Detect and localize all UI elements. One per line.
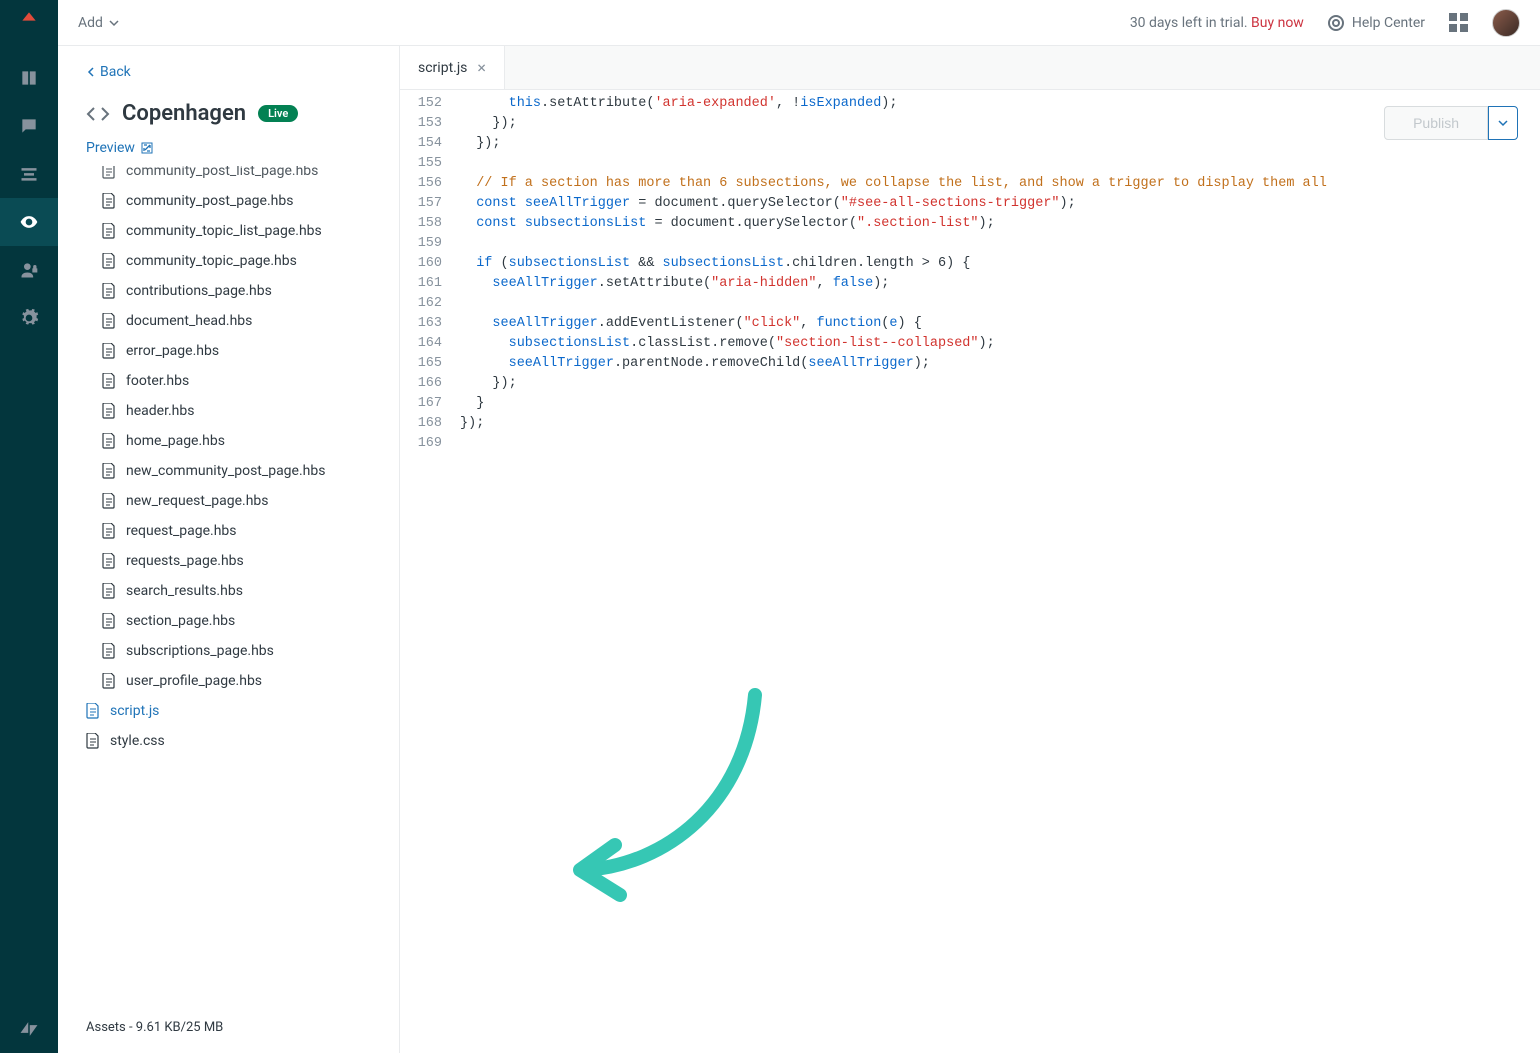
file-item[interactable]: script.js (58, 696, 399, 726)
file-sidebar: Back Copenhagen Live Preview community_p… (58, 46, 400, 1053)
trial-status: 30 days left in trial. Buy now (1130, 15, 1304, 31)
file-name: script.js (110, 703, 159, 719)
file-name: new_community_post_page.hbs (126, 463, 325, 479)
file-name: footer.hbs (126, 373, 189, 389)
chevron-left-icon (86, 67, 96, 77)
file-name: home_page.hbs (126, 433, 225, 449)
file-name: community_post_page.hbs (126, 193, 293, 209)
file-item[interactable]: subscriptions_page.hbs (58, 636, 399, 666)
file-item[interactable]: new_request_page.hbs (58, 486, 399, 516)
editor-tab[interactable]: script.js × (400, 46, 505, 89)
file-item[interactable]: search_results.hbs (58, 576, 399, 606)
file-list[interactable]: community_post_list_page.hbs community_po… (58, 166, 399, 1006)
topbar: Add 30 days left in trial. Buy now Help … (58, 0, 1540, 46)
help-center-link[interactable]: Help Center (1328, 15, 1425, 31)
file-item[interactable]: error_page.hbs (58, 336, 399, 366)
zendesk-logo-icon[interactable] (0, 1005, 58, 1053)
preview-link[interactable]: Preview (86, 140, 153, 156)
lifesaver-icon (1328, 15, 1344, 31)
file-item[interactable]: section_page.hbs (58, 606, 399, 636)
file-name: document_head.hbs (126, 313, 252, 329)
assets-footer: Assets - 9.61 KB/25 MB (58, 1006, 399, 1053)
nav-item-arrange-icon[interactable] (0, 150, 58, 198)
external-link-icon (141, 142, 153, 154)
code-editor[interactable]: 1521531541551561571581591601611621631641… (400, 90, 1540, 1053)
back-link[interactable]: Back (86, 64, 131, 80)
file-item[interactable]: new_community_post_page.hbs (58, 456, 399, 486)
nav-item-settings-icon[interactable] (0, 294, 58, 342)
file-name: community_topic_list_page.hbs (126, 223, 322, 239)
user-avatar[interactable] (1492, 9, 1520, 37)
editor-pane: script.js × Publish 15215315415515615715… (400, 46, 1540, 1053)
file-item[interactable]: contributions_page.hbs (58, 276, 399, 306)
nav-rail (0, 0, 58, 1053)
file-name: header.hbs (126, 403, 194, 419)
close-icon[interactable]: × (477, 60, 486, 76)
file-item[interactable]: community_topic_page.hbs (58, 246, 399, 276)
file-name: section_page.hbs (126, 613, 235, 629)
file-item[interactable]: community_post_page.hbs (58, 186, 399, 216)
file-name: style.css (110, 733, 165, 749)
file-item[interactable]: header.hbs (58, 396, 399, 426)
line-gutter: 1521531541551561571581591601611621631641… (400, 94, 452, 1053)
editor-tabs: script.js × (400, 46, 1540, 90)
file-name: community_topic_page.hbs (126, 253, 297, 269)
add-label: Add (78, 15, 103, 31)
file-name: community_post_list_page.hbs (126, 166, 318, 179)
nav-item-moderate-icon[interactable] (0, 102, 58, 150)
file-name: user_profile_page.hbs (126, 673, 262, 689)
publish-button[interactable]: Publish (1384, 106, 1488, 140)
tab-label: script.js (418, 60, 467, 76)
file-item[interactable]: footer.hbs (58, 366, 399, 396)
file-item[interactable]: community_post_list_page.hbs (58, 166, 399, 186)
nav-item-guide-icon[interactable] (0, 54, 58, 102)
file-item[interactable]: home_page.hbs (58, 426, 399, 456)
file-name: requests_page.hbs (126, 553, 244, 569)
code-icon (86, 102, 110, 126)
file-name: new_request_page.hbs (126, 493, 269, 509)
file-item[interactable]: style.css (58, 726, 399, 756)
file-name: search_results.hbs (126, 583, 243, 599)
file-item[interactable]: request_page.hbs (58, 516, 399, 546)
buy-now-link[interactable]: Buy now (1251, 15, 1304, 31)
file-item[interactable]: user_profile_page.hbs (58, 666, 399, 696)
chevron-down-icon (109, 18, 119, 28)
add-menu[interactable]: Add (78, 15, 119, 31)
file-name: error_page.hbs (126, 343, 219, 359)
theme-title: Copenhagen (122, 101, 246, 126)
nav-item-permissions-icon[interactable] (0, 246, 58, 294)
products-menu-icon[interactable] (1449, 13, 1468, 32)
product-logo-icon[interactable] (16, 6, 42, 32)
nav-item-customize-icon[interactable] (0, 198, 58, 246)
publish-dropdown[interactable] (1488, 106, 1518, 140)
file-name: contributions_page.hbs (126, 283, 272, 299)
file-item[interactable]: document_head.hbs (58, 306, 399, 336)
file-name: subscriptions_page.hbs (126, 643, 274, 659)
editor-body: Publish 15215315415515615715815916016116… (400, 90, 1540, 1053)
file-item[interactable]: community_topic_list_page.hbs (58, 216, 399, 246)
file-name: request_page.hbs (126, 523, 237, 539)
code-content[interactable]: this.setAttribute('aria-expanded', !isEx… (452, 94, 1540, 1053)
live-badge: Live (258, 105, 298, 122)
file-item[interactable]: requests_page.hbs (58, 546, 399, 576)
chevron-down-icon (1498, 118, 1508, 128)
